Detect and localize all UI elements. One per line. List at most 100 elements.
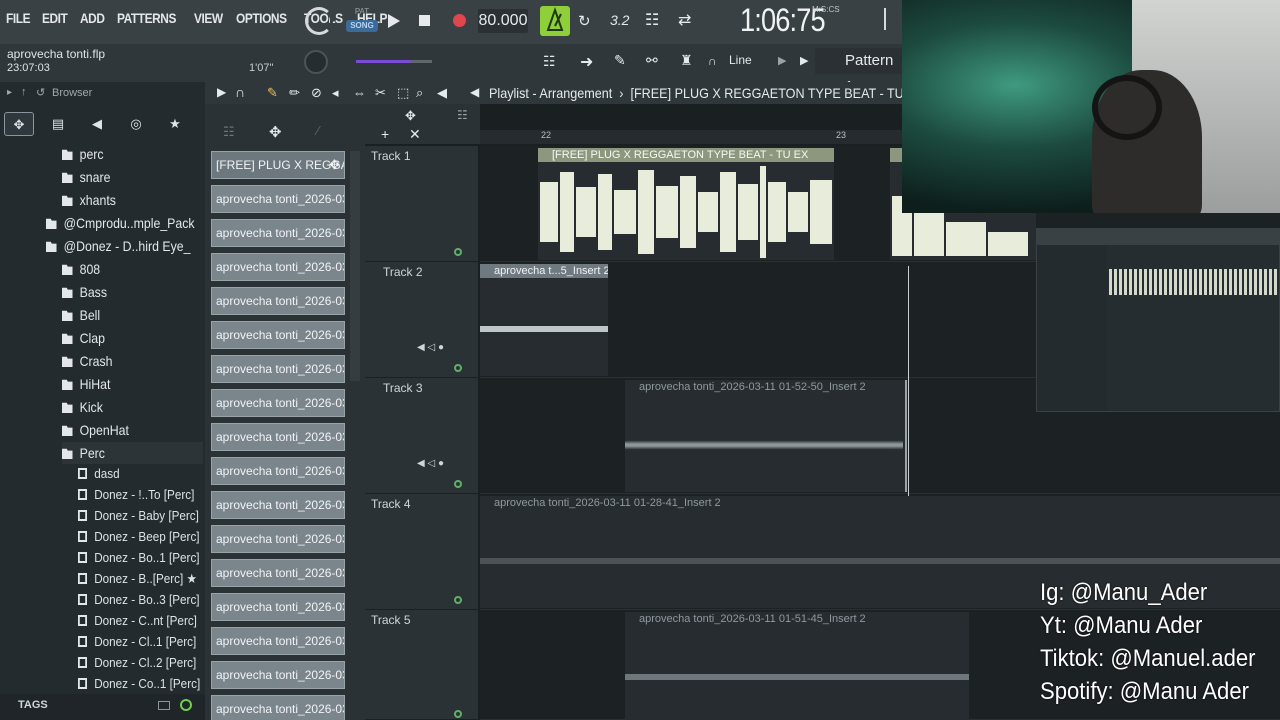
tab-online-icon[interactable]: ◎	[121, 112, 151, 136]
pat-song-toggle[interactable]: PAT SONG	[346, 6, 378, 36]
picker-clip[interactable]: aprovecha tonti_2026-03..	[211, 491, 345, 519]
pencil-icon[interactable]: ✎	[267, 85, 278, 101]
folder-item-selected[interactable]: Perc	[62, 442, 203, 464]
automation-icon[interactable]: ∕	[317, 123, 319, 138]
track-header[interactable]: Track 3 ◀ ◁ ●	[365, 378, 478, 494]
picker-clip[interactable]: aprovecha tonti_2026-03..	[211, 525, 345, 553]
audio-clip[interactable]: aprovecha t...5_Insert 2	[480, 264, 608, 376]
playlist-menu-icon[interactable]: ▶	[217, 85, 226, 99]
slip-icon[interactable]: ⇔	[353, 85, 366, 100]
file-item[interactable]: Donez - Cl..1 [Perc]	[78, 631, 196, 652]
zoom-icon[interactable]: ⌕	[416, 85, 423, 101]
playlist-view-icon[interactable]: ☷	[543, 53, 556, 70]
file-item[interactable]: Donez - B..[Perc] ★	[78, 568, 197, 589]
master-pitch-slider[interactable]	[356, 60, 432, 63]
history-icon[interactable]: ↺	[36, 86, 45, 99]
magnet-icon[interactable]: ∩	[708, 54, 717, 68]
magnet-snap-icon[interactable]: ∩	[235, 84, 245, 100]
tab-all-icon[interactable]: ✥	[4, 112, 34, 136]
record-icon[interactable]	[453, 14, 466, 27]
menu-patterns[interactable]: PATTERNS	[117, 10, 176, 26]
chevron-right-icon[interactable]: ▶	[778, 54, 786, 67]
speaker-icon[interactable]: ◀	[437, 85, 447, 101]
mute-icon[interactable]: ◂	[332, 85, 339, 101]
step-display[interactable]: 3.2	[610, 12, 629, 28]
menu-options[interactable]: OPTIONS	[236, 10, 287, 26]
picker-clip[interactable]: aprovecha tonti_2026-03..	[211, 389, 345, 417]
picker-clip[interactable]: aprovecha tonti_2026-03..	[211, 695, 345, 720]
search-icon[interactable]	[180, 699, 192, 711]
arrow-right-icon[interactable]: ➜	[580, 52, 593, 72]
metronome-button[interactable]	[540, 6, 570, 36]
delete-icon[interactable]: ⊘	[311, 85, 322, 101]
picker-clip[interactable]: aprovecha tonti_2026-03..	[211, 559, 345, 587]
remove-track-icon[interactable]: ✕	[409, 126, 421, 143]
folder-item[interactable]: Crash	[62, 350, 112, 372]
menu-add[interactable]: ADD	[80, 10, 105, 26]
folder-item[interactable]: @Donez - D..hird Eye_	[46, 235, 190, 257]
picker-scrollbar[interactable]	[350, 151, 360, 381]
folder-item[interactable]: Kick	[62, 396, 103, 418]
folder-outline-icon[interactable]	[158, 701, 170, 710]
folder-item[interactable]: snare	[62, 166, 110, 188]
wait-input-icon[interactable]: ↻	[578, 12, 591, 30]
picker-clip[interactable]: aprovecha tonti_2026-03..	[211, 287, 345, 315]
track-led-icon[interactable]	[454, 480, 462, 488]
paint-icon[interactable]: ✏	[289, 85, 300, 101]
file-item[interactable]: Donez - Beep [Perc]	[78, 526, 200, 547]
stamp-icon[interactable]: ♜	[680, 52, 693, 69]
track-led-icon[interactable]	[454, 710, 462, 718]
typing-keyboard-icon[interactable]: ☷	[645, 10, 659, 30]
track-controls-icon[interactable]: ◀ ◁ ●	[417, 342, 444, 353]
picker-clip[interactable]: aprovecha tonti_2026-03..	[211, 185, 345, 213]
folder-item[interactable]: @Cmprodu..mple_Pack	[46, 212, 195, 234]
add-track-icon[interactable]: +	[381, 126, 389, 142]
picker-clip[interactable]: aprovecha tonti_2026-03..	[211, 627, 345, 655]
picker-clip[interactable]: aprovecha tonti_2026-03..	[211, 253, 345, 281]
drag-handle-icon[interactable]: ✥	[329, 157, 340, 173]
track-led-icon[interactable]	[454, 364, 462, 372]
loop-record-icon[interactable]: ⇄	[678, 10, 691, 30]
folder-item[interactable]: Bell	[62, 304, 100, 326]
track-led-icon[interactable]	[454, 248, 462, 256]
brush-icon[interactable]: ✎	[614, 52, 626, 69]
pattern-selector[interactable]: Pattern 1	[815, 48, 905, 95]
track-header[interactable]: Track 5	[365, 610, 478, 720]
folder-item[interactable]: xhants	[62, 189, 116, 211]
move-icon[interactable]: ✥	[405, 108, 416, 124]
expand-arrow-icon[interactable]: ▸	[7, 87, 12, 98]
window-menu-icon[interactable]: ◀	[470, 85, 479, 99]
file-item[interactable]: Donez - Bo..3 [Perc]	[78, 589, 200, 610]
audio-clip[interactable]: aprovecha tonti_2026-03-11 01-51-45_Inse…	[625, 612, 969, 720]
file-item[interactable]: Donez - Cl..2 [Perc]	[78, 652, 196, 673]
audio-clip[interactable]: [FREE] PLUG X REGGAETON TYPE BEAT - TU E…	[538, 148, 834, 260]
track-header[interactable]: Track 4	[365, 494, 478, 610]
tab-plugins-icon[interactable]: ◀	[82, 112, 112, 136]
pattern-next-icon[interactable]: ▶	[800, 54, 808, 67]
menu-view[interactable]: VIEW	[194, 10, 223, 26]
track-led-icon[interactable]	[454, 596, 462, 604]
file-item[interactable]: Donez - Co..1 [Perc]	[78, 673, 200, 691]
picker-clip[interactable]: aprovecha tonti_2026-03..	[211, 593, 345, 621]
picker-clip[interactable]: [FREE] PLUG X REGGA..	[211, 151, 345, 179]
piano-icon[interactable]: ☷	[223, 124, 235, 140]
link-icon[interactable]: ⚯	[646, 52, 658, 69]
menu-file[interactable]: FILE	[6, 10, 31, 26]
folder-item[interactable]: Clap	[62, 327, 105, 349]
snap-mode-select[interactable]: Line	[729, 53, 752, 67]
picker-clip[interactable]: aprovecha tonti_2026-03..	[211, 321, 345, 349]
file-item[interactable]: Donez - Baby [Perc]	[78, 505, 199, 526]
picker-clip[interactable]: aprovecha tonti_2026-03..	[211, 423, 345, 451]
track-controls-icon[interactable]: ◀ ◁ ●	[417, 458, 444, 469]
audio-clip[interactable]: aprovecha tonti_2026-03-11 01-52-50_Inse…	[625, 380, 907, 492]
slice-icon[interactable]: ✂	[375, 85, 386, 101]
picker-clip[interactable]: aprovecha tonti_2026-03..	[211, 457, 345, 485]
master-volume-knob[interactable]	[304, 50, 328, 74]
play-icon[interactable]	[387, 13, 401, 29]
stop-icon[interactable]	[419, 15, 430, 26]
folder-item[interactable]: HiHat	[62, 373, 110, 395]
track-header[interactable]: Track 1	[365, 146, 478, 262]
select-icon[interactable]: ⬚	[397, 85, 409, 101]
up-arrow-icon[interactable]: ↑	[21, 86, 27, 98]
tab-project-icon[interactable]: ▤	[43, 112, 73, 136]
